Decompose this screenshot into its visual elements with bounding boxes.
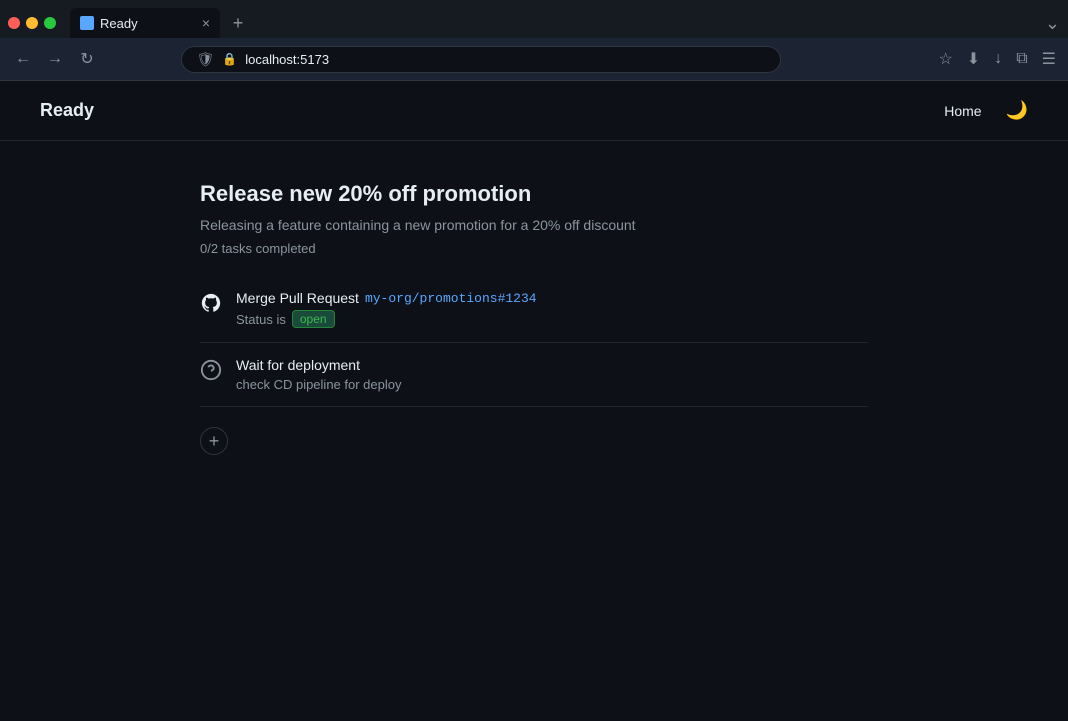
back-button[interactable]: ←	[12, 50, 34, 68]
download-icon[interactable]: ↓	[994, 50, 1002, 68]
lock-icon: 🔒	[222, 52, 237, 66]
github-icon	[200, 292, 222, 319]
task-item: Merge Pull Request my-org/promotions#123…	[200, 276, 868, 343]
task-1-title-prefix: Merge Pull Request	[236, 290, 359, 306]
task-2-title: Wait for deployment	[236, 357, 401, 373]
task-1-pr-link[interactable]: my-org/promotions#1234	[365, 291, 537, 306]
task-item: Wait for deployment check CD pipeline fo…	[200, 343, 868, 407]
page-description: Releasing a feature containing a new pro…	[200, 217, 868, 233]
app-nav: Ready Home 🌙	[0, 81, 1068, 141]
home-nav-link[interactable]: Home	[944, 103, 981, 119]
forward-button[interactable]: →	[44, 50, 66, 68]
address-field[interactable]: 🛡 🔒 localhost:5173	[181, 46, 781, 73]
browser-chrome: Ready × + ⌄ ← → ↻ 🛡 🔒 localhost:5173 ☆ ⬇…	[0, 0, 1068, 81]
active-tab[interactable]: Ready ×	[70, 8, 220, 38]
toolbar-icons: ☆ ⬇ ↓ ⧉ ☰	[938, 49, 1056, 69]
task-1-status-label: Status is	[236, 312, 286, 327]
tab-bar: Ready × + ⌄	[0, 0, 1068, 38]
task-2-title-text: Wait for deployment	[236, 357, 360, 373]
menu-icon[interactable]: ☰	[1042, 49, 1056, 69]
tasks-count: 0/2 tasks completed	[200, 241, 868, 256]
tab-title: Ready	[100, 16, 138, 31]
close-window-button[interactable]	[8, 17, 20, 29]
tab-favicon-icon	[80, 16, 94, 30]
theme-toggle-button[interactable]: 🌙	[1006, 100, 1028, 121]
help-circle-icon	[200, 359, 222, 381]
github-logo-icon	[200, 292, 222, 314]
tab-overflow-button[interactable]: ⌄	[1045, 13, 1060, 34]
nav-links: Home 🌙	[944, 100, 1028, 121]
minimize-window-button[interactable]	[26, 17, 38, 29]
task-1-status: Status is open	[236, 310, 537, 328]
app-logo: Ready	[40, 100, 94, 121]
pocket-icon[interactable]: ⬇	[967, 49, 980, 69]
extensions-icon[interactable]: ⧉	[1016, 50, 1027, 68]
task-2-subtitle: check CD pipeline for deploy	[236, 377, 401, 392]
add-task-button[interactable]: +	[200, 427, 228, 455]
tab-close-button[interactable]: ×	[202, 15, 210, 31]
task-1-content: Merge Pull Request my-org/promotions#123…	[236, 290, 537, 328]
task-2-content: Wait for deployment check CD pipeline fo…	[236, 357, 401, 392]
address-bar: ← → ↻ 🛡 🔒 localhost:5173 ☆ ⬇ ↓ ⧉ ☰	[0, 38, 1068, 80]
page-title: Release new 20% off promotion	[200, 181, 868, 207]
maximize-window-button[interactable]	[44, 17, 56, 29]
app: Ready Home 🌙 Release new 20% off promoti…	[0, 81, 1068, 721]
main-content: Release new 20% off promotion Releasing …	[0, 141, 1068, 495]
question-icon	[200, 359, 222, 386]
url-display: localhost:5173	[245, 52, 329, 67]
shield-icon: 🛡	[196, 51, 214, 68]
task-1-title: Merge Pull Request my-org/promotions#123…	[236, 290, 537, 306]
status-badge: open	[292, 310, 335, 328]
reload-button[interactable]: ↻	[76, 49, 98, 69]
new-tab-button[interactable]: +	[224, 9, 252, 37]
window-controls	[8, 17, 56, 29]
bookmark-icon[interactable]: ☆	[938, 49, 952, 69]
